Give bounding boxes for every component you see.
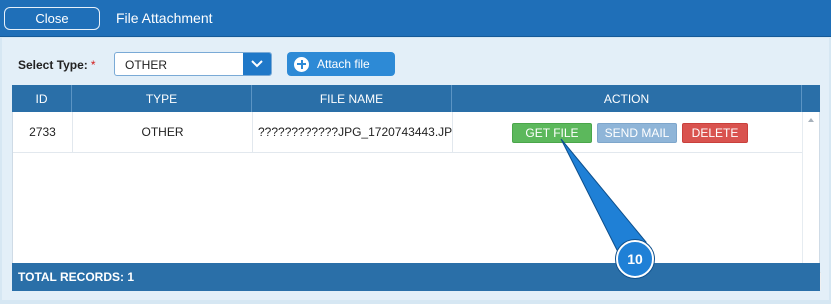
step-number-badge: 10: [616, 240, 654, 278]
callout-pointer: [560, 138, 647, 253]
